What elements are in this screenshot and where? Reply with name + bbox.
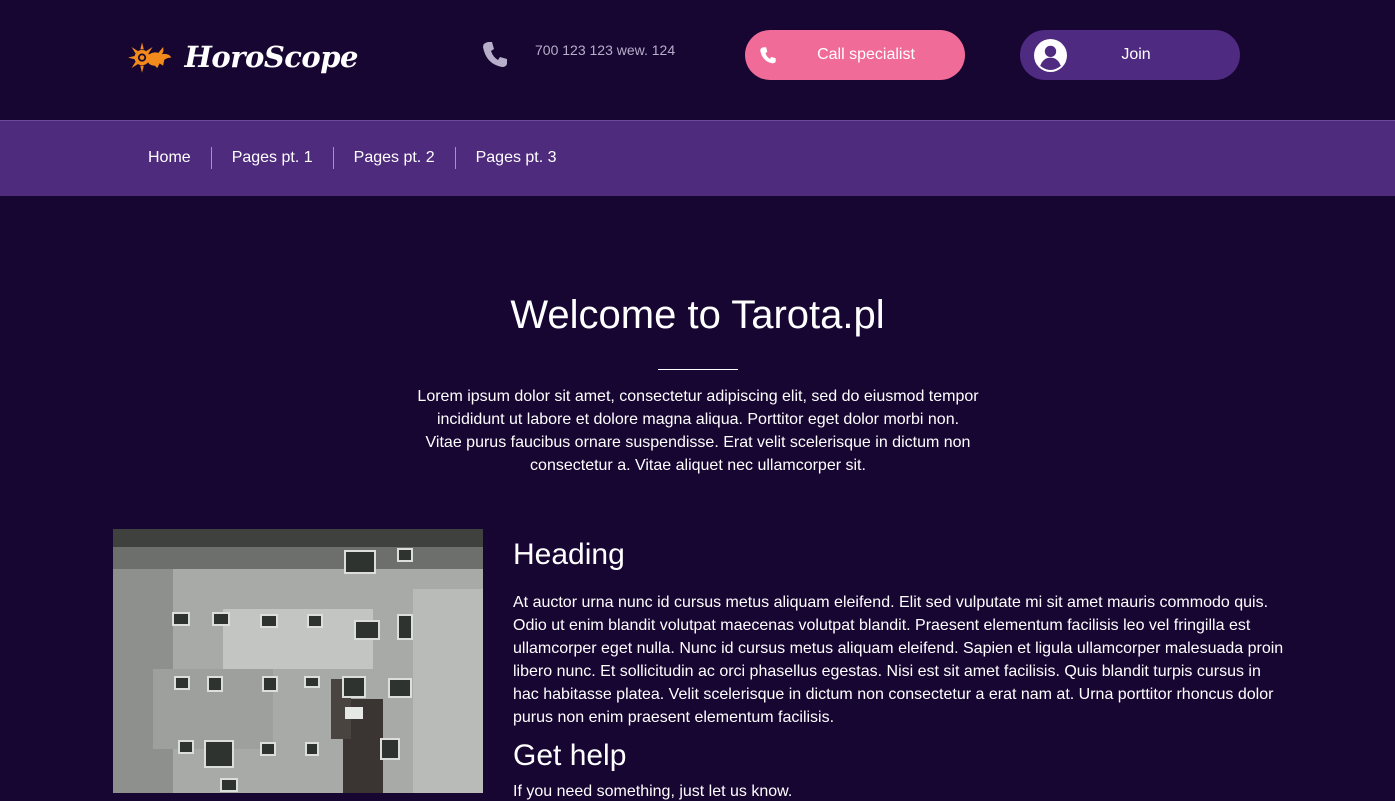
brand-logo[interactable]: HoroScope xyxy=(128,28,358,86)
join-button[interactable]: Join xyxy=(1020,30,1240,80)
building-photo xyxy=(113,529,483,793)
brand-name: HoroScope xyxy=(184,40,358,74)
phone-number: 700 123 123 wew. 124 xyxy=(535,42,676,58)
get-help-text: If you need something, just let us know. xyxy=(513,783,793,800)
content-paragraph: At auctor urna nunc id cursus metus aliq… xyxy=(513,594,1284,726)
nav-item-pages-pt-3[interactable]: Pages pt. 3 xyxy=(454,147,577,169)
hero-title: Welcome to Tarota.pl xyxy=(510,293,885,337)
content-heading: Heading xyxy=(513,538,625,571)
capricorn-sun-logo-icon xyxy=(128,42,172,73)
hero-description: Lorem ipsum dolor sit amet, consectetur … xyxy=(417,388,979,474)
main-navigation: Home Pages pt. 1 Pages pt. 2 Pages pt. 3 xyxy=(0,120,1395,196)
user-circle-icon xyxy=(1034,39,1067,72)
hero-divider xyxy=(658,369,738,370)
get-help-heading: Get help xyxy=(513,739,627,772)
top-header: HoroScope 700 123 123 wew. 124 Call spec… xyxy=(0,0,1395,120)
nav-list: Home Pages pt. 1 Pages pt. 2 Pages pt. 3 xyxy=(128,147,577,169)
call-specialist-label: Call specialist xyxy=(817,46,915,63)
nav-item-pages-pt-2[interactable]: Pages pt. 2 xyxy=(332,147,455,169)
nav-item-home[interactable]: Home xyxy=(128,147,211,169)
call-specialist-button[interactable]: Call specialist xyxy=(745,30,965,80)
phone-icon xyxy=(760,47,776,64)
nav-item-pages-pt-1[interactable]: Pages pt. 1 xyxy=(210,147,333,169)
phone-icon xyxy=(483,42,507,67)
